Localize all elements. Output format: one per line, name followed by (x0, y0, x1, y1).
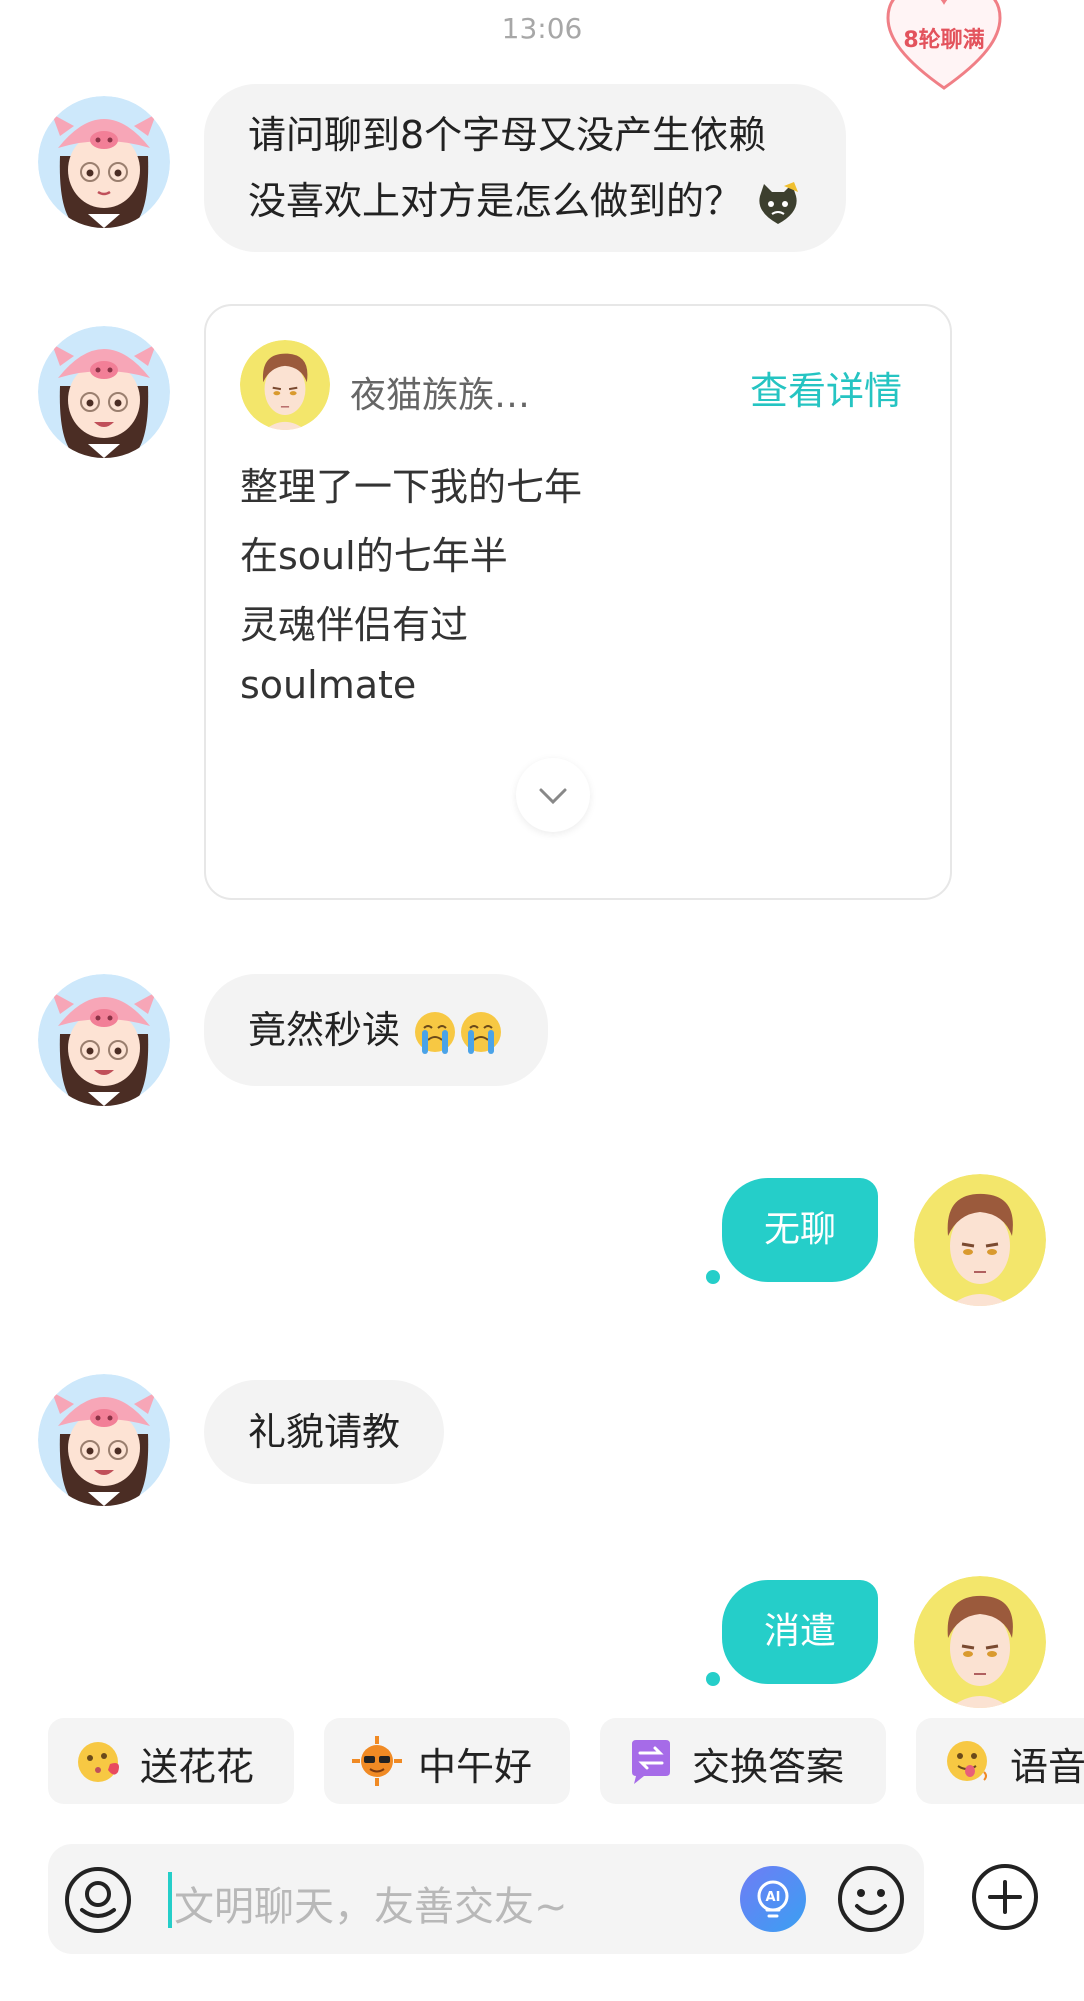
crying-emoji-icon (415, 1011, 456, 1054)
badge-label: 8轮聊满 (903, 28, 985, 53)
partner-avatar[interactable] (38, 326, 170, 458)
partner-avatar[interactable] (38, 974, 170, 1106)
text-caret (168, 1872, 172, 1928)
chip-label: 交换答案 (692, 1745, 845, 1789)
emoji-picker-icon[interactable] (836, 1864, 906, 1934)
chat-rounds-badge[interactable]: 8轮聊满 (884, 0, 1004, 92)
post-author-avatar[interactable] (240, 340, 330, 430)
message-bubble[interactable]: 竟然秒读 (204, 974, 549, 1086)
read-indicator-dot (706, 1672, 720, 1686)
post-text-line: 在soul的七年半 (240, 534, 508, 578)
message-input-bar[interactable]: 文明聊天，友善交友~ AI (48, 1844, 924, 1954)
post-author-name: 夜猫族族… (350, 375, 531, 416)
chip-label: 语音 (1010, 1745, 1084, 1789)
girl-pig-hat-avatar-icon (38, 974, 170, 1106)
sun-sunglasses-icon (352, 1736, 402, 1786)
girl-pig-hat-avatar-icon (38, 326, 170, 458)
shared-post-card[interactable]: 夜猫族族… 查看详情 整理了一下我的七年 在soul的七年半 灵魂伴侣有过 so… (204, 304, 952, 900)
message-text: 竟然秒读 (248, 1008, 401, 1052)
cat-emoji-icon (759, 181, 799, 224)
my-message-bubble[interactable]: 无聊 (722, 1178, 878, 1282)
message-text: 消遣 (763, 1611, 836, 1652)
message-line: 没喜欢上对方是怎么做到的？ (248, 179, 743, 223)
ai-assistant-icon[interactable]: AI (738, 1864, 808, 1934)
girl-pig-hat-avatar-icon (38, 1374, 170, 1506)
post-text-line: 灵魂伴侣有过 (240, 603, 469, 647)
my-avatar[interactable] (914, 1174, 1046, 1306)
boy-avatar-icon (914, 1576, 1046, 1708)
message-line: 请问聊到8个字母又没产生依赖 (248, 113, 767, 157)
partner-avatar[interactable] (38, 96, 170, 228)
message-bubble[interactable]: 请问聊到8个字母又没产生依赖 没喜欢上对方是怎么做到的？ (204, 84, 847, 252)
quick-reply-voice[interactable]: 语音 (916, 1718, 1084, 1804)
message-text: 礼貌请教 (248, 1410, 401, 1454)
tongue-emoji-icon (947, 1741, 987, 1781)
boy-avatar-icon (240, 340, 330, 430)
quick-reply-send-flowers[interactable]: 送花花 (48, 1718, 294, 1804)
post-text-line: 整理了一下我的七年 (240, 465, 583, 509)
read-indicator-dot (706, 1270, 720, 1284)
message-text: 无聊 (763, 1209, 836, 1250)
svg-text:AI: AI (766, 1890, 781, 1905)
voice-input-icon[interactable] (64, 1866, 132, 1934)
my-message-bubble[interactable]: 消遣 (722, 1580, 878, 1684)
swap-icon (632, 1740, 670, 1784)
my-avatar[interactable] (914, 1576, 1046, 1708)
partner-avatar[interactable] (38, 1374, 170, 1506)
message-bubble[interactable]: 礼貌请教 (204, 1380, 445, 1484)
view-details-link[interactable]: 查看详情 (750, 360, 902, 415)
chip-label: 中午好 (418, 1745, 533, 1789)
quick-reply-good-noon[interactable]: 中午好 (324, 1718, 570, 1804)
expand-button[interactable] (516, 758, 590, 832)
chip-label: 送花花 (140, 1745, 255, 1789)
message-input[interactable]: 文明聊天，友善交友~ (174, 1874, 568, 1932)
chevron-down-icon (539, 788, 567, 805)
girl-pig-hat-avatar-icon (38, 96, 170, 228)
kiss-emoji-icon (78, 1742, 119, 1782)
quick-reply-swap-answers[interactable]: 交换答案 (600, 1718, 886, 1804)
add-more-icon[interactable] (970, 1862, 1040, 1932)
post-text-line: soulmate (240, 663, 417, 707)
boy-avatar-icon (914, 1174, 1046, 1306)
crying-emoji-icon (461, 1011, 502, 1054)
